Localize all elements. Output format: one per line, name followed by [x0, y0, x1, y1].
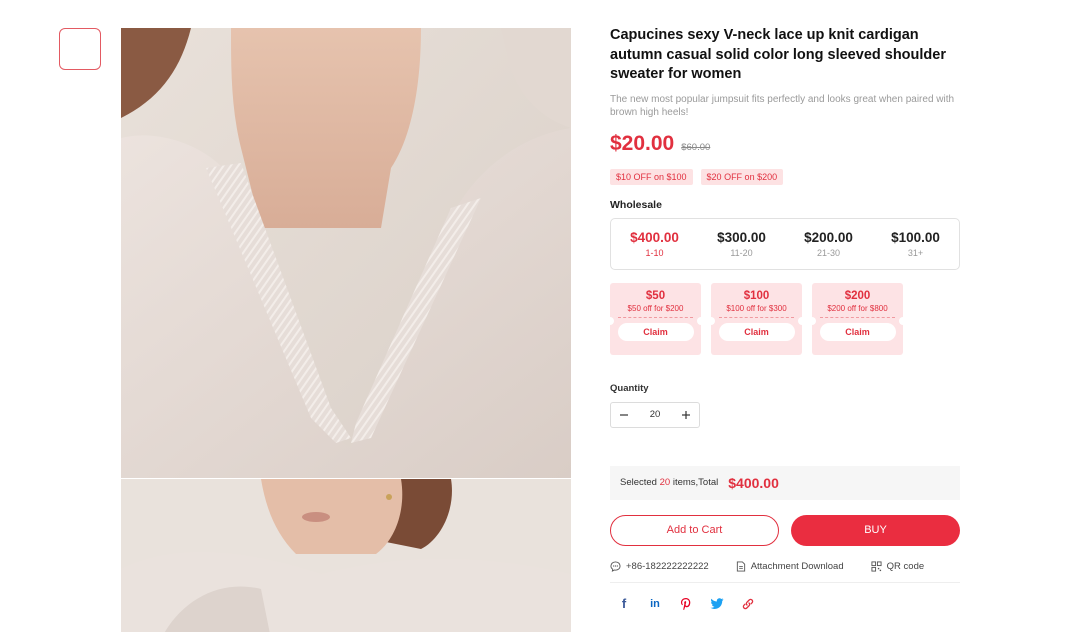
wholesale-label: Wholesale: [610, 198, 662, 211]
promo-tag: $10 OFF on $100: [610, 168, 693, 185]
coupon-divider: [820, 316, 895, 318]
tier-price: $100.00: [891, 229, 940, 245]
claim-button[interactable]: Claim: [819, 322, 896, 341]
add-to-cart-button[interactable]: Add to Cart: [610, 514, 779, 546]
attachment-download[interactable]: Attachment Download: [736, 561, 844, 572]
pinterest-icon[interactable]: [678, 596, 694, 612]
wholesale-tier[interactable]: $300.00 11-20: [698, 230, 785, 258]
pinterest-logo: [681, 597, 691, 610]
qr-code-icon: [871, 560, 882, 572]
tier-price: $400.00: [630, 229, 679, 245]
tier-range: 21-30: [816, 247, 841, 258]
coupon-description: $200 off for $800: [827, 303, 888, 313]
tier-price: $200.00: [804, 229, 853, 245]
contact-row: +86-182222222222 Attachment Download QR …: [610, 561, 960, 572]
tier-price: $300.00: [717, 229, 766, 245]
coupon-amount: $200: [844, 289, 871, 302]
coupon-card: $100 $100 off for $300 Claim: [707, 282, 806, 355]
product-gallery: [121, 28, 571, 632]
wholesale-tier[interactable]: $400.00 1-10: [611, 230, 698, 258]
order-summary: Selected 20 items,Total $400.00: [610, 465, 960, 500]
coupon-amount: $50: [645, 289, 666, 302]
product-subtitle: The new most popular jumpsuit fits perfe…: [610, 93, 955, 119]
quantity-stepper: 20: [610, 401, 700, 428]
product-title: Capucines sexy V-neck lace up knit cardi…: [610, 27, 946, 82]
coupon-divider: [719, 316, 794, 318]
coupon-divider: [618, 316, 693, 318]
tier-range: 1-10: [645, 247, 664, 258]
tier-range: 11-20: [730, 247, 753, 258]
plus-icon[interactable]: [673, 407, 699, 423]
coupon-amount: $100: [743, 289, 770, 302]
facebook-glyph: f: [621, 596, 627, 611]
linkedin-icon[interactable]: in: [647, 596, 663, 612]
summary-text: Selected 20 items,Total: [620, 477, 718, 488]
coupon-card: $50 $50 off for $200 Claim: [606, 282, 705, 355]
twitter-bird: [710, 597, 724, 609]
purchase-actions: Add to Cart BUY: [610, 514, 960, 546]
coupon-description: $50 off for $200: [627, 303, 684, 313]
qr-code-link[interactable]: QR code: [871, 560, 925, 572]
minus-icon[interactable]: [611, 407, 637, 423]
wholesale-tier[interactable]: $100.00 31+: [872, 230, 959, 258]
wholesale-tiers: $400.00 1-10 $300.00 11-20 $200.00 21-30…: [610, 217, 960, 270]
tier-range: 31+: [907, 247, 924, 258]
claim-button[interactable]: Claim: [718, 322, 795, 341]
product-photo-secondary: [121, 479, 571, 632]
current-price: $20.00: [610, 131, 675, 155]
phone-contact[interactable]: +86-182222222222: [610, 561, 709, 572]
wholesale-tier[interactable]: $200.00 21-30: [785, 230, 872, 258]
buy-button[interactable]: BUY: [791, 514, 960, 546]
link-chain: [742, 598, 754, 609]
attachment-label: Attachment Download: [750, 560, 844, 572]
claim-button[interactable]: Claim: [617, 322, 694, 341]
coupon-list: $50 $50 off for $200 Claim $100 $100 off…: [606, 282, 960, 355]
sweater-neckline-image: [121, 28, 571, 478]
model-portrait-image: [121, 479, 571, 632]
original-price: $60.00: [681, 141, 711, 153]
linkedin-glyph: in: [650, 597, 660, 610]
document-icon: [736, 560, 745, 572]
summary-total: $400.00: [728, 474, 779, 491]
social-share-row: f in: [610, 596, 960, 612]
phone-number: +86-182222222222: [626, 560, 709, 572]
coupon-description: $100 off for $300: [726, 303, 787, 313]
twitter-icon[interactable]: [709, 596, 725, 612]
link-icon[interactable]: [740, 596, 756, 612]
summary-prefix: Selected: [620, 477, 660, 488]
divider: [610, 581, 960, 583]
price-row: $20.00 $60.00: [610, 132, 960, 156]
promo-tags: $10 OFF on $100 $20 OFF on $200: [610, 168, 960, 185]
facebook-icon[interactable]: f: [616, 596, 632, 612]
quantity-value[interactable]: 20: [637, 409, 673, 420]
summary-suffix: items,Total: [670, 477, 719, 488]
summary-count: 20: [659, 477, 671, 488]
chat-icon: [610, 560, 621, 572]
product-thumbnail[interactable]: [59, 28, 101, 70]
coupon-card: $200 $200 off for $800 Claim: [808, 282, 907, 355]
promo-tag: $20 OFF on $200: [700, 168, 784, 185]
product-photo-main: [121, 28, 571, 478]
product-info-panel: Capucines sexy V-neck lace up knit cardi…: [606, 26, 960, 612]
quantity-label: Quantity: [610, 382, 649, 394]
qr-code-label: QR code: [886, 560, 925, 572]
